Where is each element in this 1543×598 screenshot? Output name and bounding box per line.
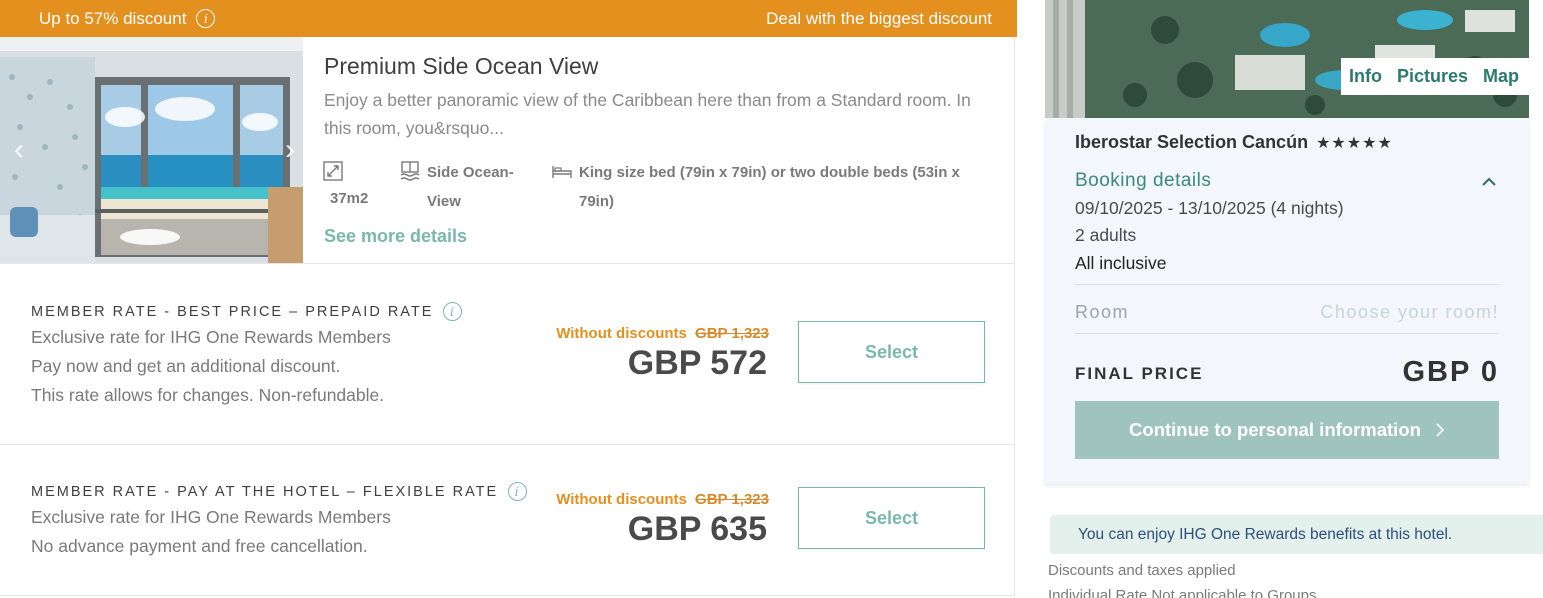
info-icon[interactable]: i xyxy=(443,302,463,321)
old-price: GBP 1,323 xyxy=(695,325,769,342)
rate-option: MEMBER RATE - PAY AT THE HOTEL – FLEXIBL… xyxy=(0,445,1015,596)
booking-summary-card: Iberostar Selection Cancún ★★★★★ Booking… xyxy=(1045,118,1529,484)
continue-button[interactable]: Continue to personal information xyxy=(1075,401,1499,459)
original-price: Without discounts GBP 1,323 xyxy=(556,325,769,342)
original-price: Without discounts GBP 1,323 xyxy=(556,491,769,508)
footnote: Individual Rate Not applicable to Groups xyxy=(1048,587,1317,598)
room-title: Premium Side Ocean View xyxy=(324,53,599,79)
feature-view-label: Side Ocean-View xyxy=(427,164,514,210)
chevron-right-icon xyxy=(1436,423,1445,437)
rate-option: MEMBER RATE - BEST PRICE – PREPAID RATE … xyxy=(0,264,1015,445)
image-tabs: Info Pictures Map xyxy=(1340,58,1529,95)
hotel-name: Iberostar Selection Cancún xyxy=(1075,132,1309,152)
discount-label: Up to 57% discount xyxy=(39,8,187,28)
room-label: Room xyxy=(1075,302,1130,322)
ocean-view-icon xyxy=(400,161,420,181)
booking-details-toggle[interactable]: Booking details xyxy=(1075,170,1211,192)
booking-board: All inclusive xyxy=(1075,253,1167,273)
rewards-notice: You can enjoy IHG One Rewards benefits a… xyxy=(1050,515,1543,554)
rate-title-wrap: MEMBER RATE - BEST PRICE – PREPAID RATE … xyxy=(31,302,463,321)
booking-dates: 09/10/2025 - 13/10/2025 (4 nights) xyxy=(1075,198,1344,218)
see-more-details-link[interactable]: See more details xyxy=(324,226,467,247)
footnote: Discounts and taxes applied xyxy=(1048,562,1236,579)
rate-line: This rate allows for changes. Non-refund… xyxy=(31,385,385,405)
rate-line: Pay now and get an additional discount. xyxy=(31,356,341,376)
rate-title: MEMBER RATE - BEST PRICE – PREPAID RATE xyxy=(31,303,434,320)
rate-line: Exclusive rate for IHG One Rewards Membe… xyxy=(31,327,391,347)
rate-line: No advance payment and free cancellation… xyxy=(31,536,368,556)
final-price-value: GBP 0 xyxy=(1402,356,1499,388)
select-button[interactable]: Select xyxy=(798,321,985,383)
bed-icon xyxy=(552,166,572,178)
room-description: Enjoy a better panoramic view of the Car… xyxy=(324,90,971,138)
without-discounts-label: Without discounts xyxy=(556,325,687,342)
next-photo-icon[interactable]: › xyxy=(285,135,295,165)
deal-label: Deal with the biggest discount xyxy=(766,8,992,28)
tab-info[interactable]: Info xyxy=(1349,66,1382,87)
info-icon[interactable]: i xyxy=(196,9,216,28)
rate-title-wrap: MEMBER RATE - PAY AT THE HOTEL – FLEXIBL… xyxy=(31,482,528,501)
rate-price: GBP 572 xyxy=(627,344,767,382)
discount-banner: Up to 57% discount i Deal with the bigge… xyxy=(0,0,1017,37)
divider xyxy=(1075,284,1499,285)
rate-description: Exclusive rate for IHG One Rewards Membe… xyxy=(31,503,391,561)
area-icon xyxy=(323,161,343,181)
info-icon[interactable]: i xyxy=(508,482,528,501)
rate-price: GBP 635 xyxy=(627,510,767,548)
booking-guests: 2 adults xyxy=(1075,225,1137,245)
rate-description: Exclusive rate for IHG One Rewards Membe… xyxy=(31,323,391,410)
room-card: ‹ › Premium Side Ocean View Enjoy a bett… xyxy=(0,37,1015,264)
divider xyxy=(1075,333,1499,334)
final-price-label: FINAL PRICE xyxy=(1075,364,1204,383)
discount-banner-left: Up to 57% discount i xyxy=(39,8,216,29)
tab-pictures[interactable]: Pictures xyxy=(1397,66,1468,87)
feature-size: 37m2 xyxy=(322,158,368,213)
hotel-image[interactable]: Info Pictures Map xyxy=(1045,0,1529,118)
room-list: Up to 57% discount i Deal with the bigge… xyxy=(0,0,1017,598)
old-price: GBP 1,323 xyxy=(695,491,769,508)
hotel-name-row: Iberostar Selection Cancún ★★★★★ xyxy=(1075,132,1393,153)
feature-view: Side Ocean-View xyxy=(399,158,539,216)
select-button[interactable]: Select xyxy=(798,487,985,549)
continue-label: Continue to personal information xyxy=(1129,419,1421,440)
tab-map[interactable]: Map xyxy=(1483,66,1519,87)
room-photo[interactable]: ‹ › xyxy=(0,37,303,263)
rate-title: MEMBER RATE - PAY AT THE HOTEL – FLEXIBL… xyxy=(31,483,499,500)
feature-size-label: 37m2 xyxy=(330,190,369,207)
without-discounts-label: Without discounts xyxy=(556,491,687,508)
feature-bed-label: King size bed (79in x 79in) or two doubl… xyxy=(579,164,960,210)
star-rating-icon: ★★★★★ xyxy=(1316,134,1393,152)
room-value: Choose your room! xyxy=(1320,302,1499,322)
feature-bed: King size bed (79in x 79in) or two doubl… xyxy=(551,158,991,216)
chevron-up-icon[interactable] xyxy=(1481,174,1497,190)
rate-line: Exclusive rate for IHG One Rewards Membe… xyxy=(31,507,391,527)
prev-photo-icon[interactable]: ‹ xyxy=(14,135,24,165)
room-photo-image xyxy=(0,37,303,263)
